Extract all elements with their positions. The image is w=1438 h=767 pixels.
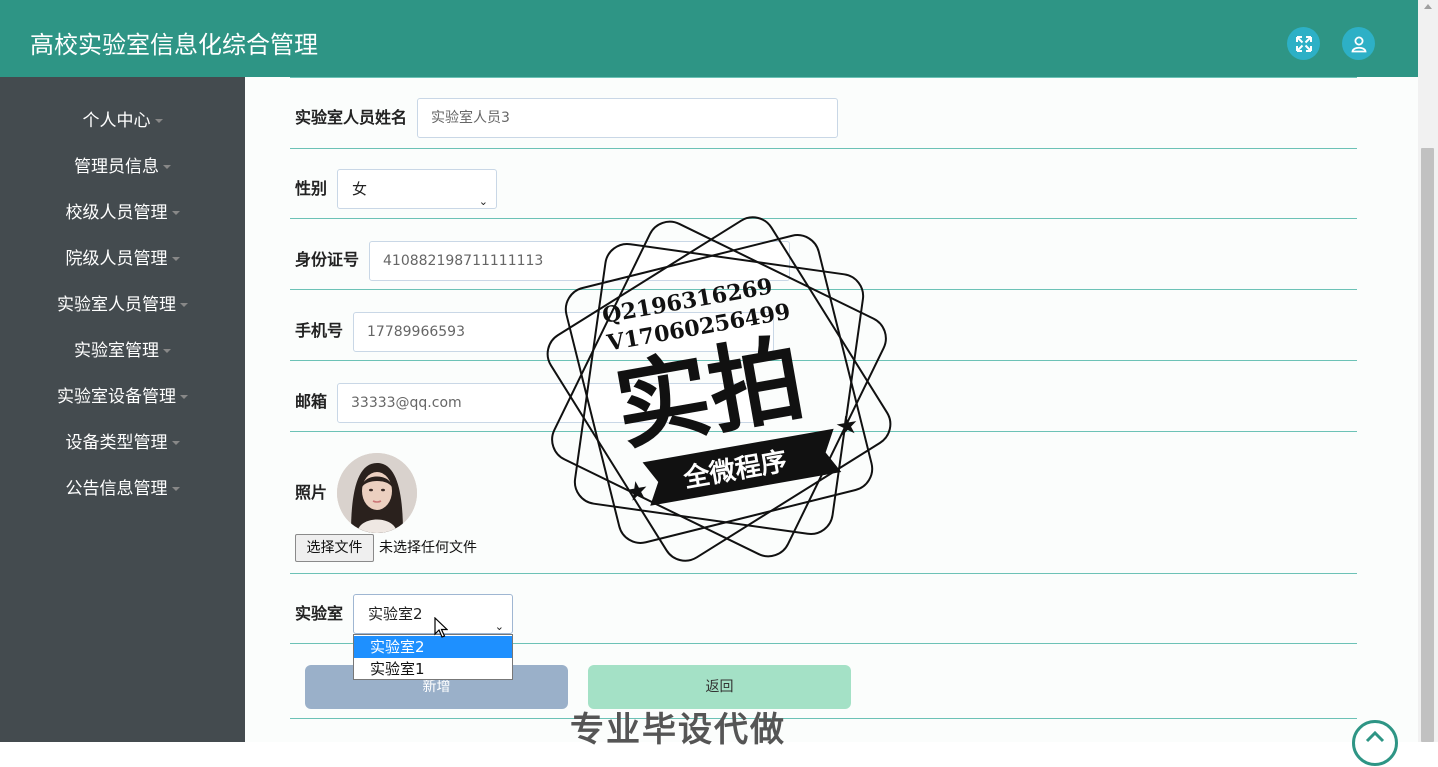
top-header: 高校实验室信息化综合管理 (0, 0, 1418, 77)
email-label: 邮箱 (295, 392, 328, 411)
scroll-up-arrow-icon[interactable] (1424, 4, 1432, 9)
choose-file-button[interactable]: 选择文件 (295, 534, 374, 562)
sidebar-item-college-staff[interactable]: 院级人员管理 (0, 248, 245, 270)
back-button[interactable]: 返回 (588, 665, 851, 709)
gender-select[interactable]: 女 ⌄ (337, 169, 497, 209)
lab-option[interactable]: 实验室2 (354, 636, 512, 658)
id-number-label: 身份证号 (295, 250, 360, 269)
lab-option[interactable]: 实验室1 (354, 658, 512, 680)
sidebar-item-label: 院级人员管理 (65, 249, 168, 269)
caret-down-icon (180, 303, 188, 307)
gender-label: 性别 (295, 179, 328, 198)
lab-select[interactable]: 实验室2 ⌄ (353, 594, 513, 634)
caret-down-icon (163, 349, 171, 353)
name-input[interactable]: 实验室人员3 (417, 98, 838, 138)
name-label: 实验室人员姓名 (295, 108, 408, 127)
sidebar-item-personal-center[interactable]: 个人中心 (0, 110, 245, 132)
caret-down-icon (163, 165, 171, 169)
chevron-up-icon (1365, 730, 1385, 743)
file-status-text: 未选择任何文件 (379, 540, 477, 556)
sidebar-item-announcements[interactable]: 公告信息管理 (0, 478, 245, 500)
back-to-top-button[interactable] (1352, 720, 1398, 766)
lab-select-value: 实验室2 (368, 605, 423, 623)
sidebar: 个人中心 管理员信息 校级人员管理 院级人员管理 实验室人员管理 实验室管理 实… (0, 77, 245, 742)
watermark-stamp: Q2196316269 V17060256499 实拍 全微程序 ★ ★ (546, 216, 892, 562)
sidebar-item-lab-management[interactable]: 实验室管理 (0, 340, 245, 362)
caret-down-icon (180, 395, 188, 399)
fullscreen-icon[interactable] (1287, 27, 1320, 60)
user-icon[interactable] (1342, 27, 1375, 60)
caret-down-icon (171, 257, 180, 261)
sidebar-item-label: 公告信息管理 (65, 479, 168, 499)
svg-text:★: ★ (833, 410, 861, 444)
gender-select-value: 女 (352, 180, 368, 198)
divider (290, 148, 1357, 149)
phone-label: 手机号 (295, 321, 344, 340)
caret-down-icon (171, 487, 180, 491)
caret-down-icon (171, 441, 180, 445)
sidebar-item-label: 实验室人员管理 (57, 295, 176, 315)
divider (290, 718, 1357, 719)
sidebar-item-label: 设备类型管理 (65, 433, 168, 453)
divider (290, 573, 1357, 574)
lab-label: 实验室 (295, 604, 344, 623)
sidebar-item-label: 校级人员管理 (65, 203, 168, 223)
sidebar-item-admin-info[interactable]: 管理员信息 (0, 156, 245, 178)
app-title: 高校实验室信息化综合管理 (30, 31, 318, 59)
photo-label: 照片 (295, 483, 328, 502)
sidebar-item-lab-equipment[interactable]: 实验室设备管理 (0, 386, 245, 408)
sidebar-item-school-staff[interactable]: 校级人员管理 (0, 202, 245, 224)
scrollbar-thumb[interactable] (1421, 148, 1434, 742)
svg-text:★: ★ (623, 475, 651, 509)
sidebar-item-label: 实验室管理 (74, 341, 159, 361)
footer-text: 专业毕设代做 (570, 710, 786, 750)
caret-down-icon (154, 119, 163, 123)
sidebar-item-equipment-type[interactable]: 设备类型管理 (0, 432, 245, 454)
sidebar-item-label: 管理员信息 (74, 157, 159, 177)
sidebar-item-lab-staff[interactable]: 实验室人员管理 (0, 294, 245, 316)
sidebar-item-label: 个人中心 (82, 111, 151, 131)
chevron-down-icon: ⌄ (478, 195, 488, 208)
avatar (337, 453, 417, 533)
sidebar-item-label: 实验室设备管理 (57, 387, 176, 407)
divider (290, 77, 1357, 78)
caret-down-icon (171, 211, 180, 215)
mouse-cursor-icon (434, 617, 448, 638)
lab-dropdown-list: 实验室2 实验室1 (353, 634, 513, 680)
